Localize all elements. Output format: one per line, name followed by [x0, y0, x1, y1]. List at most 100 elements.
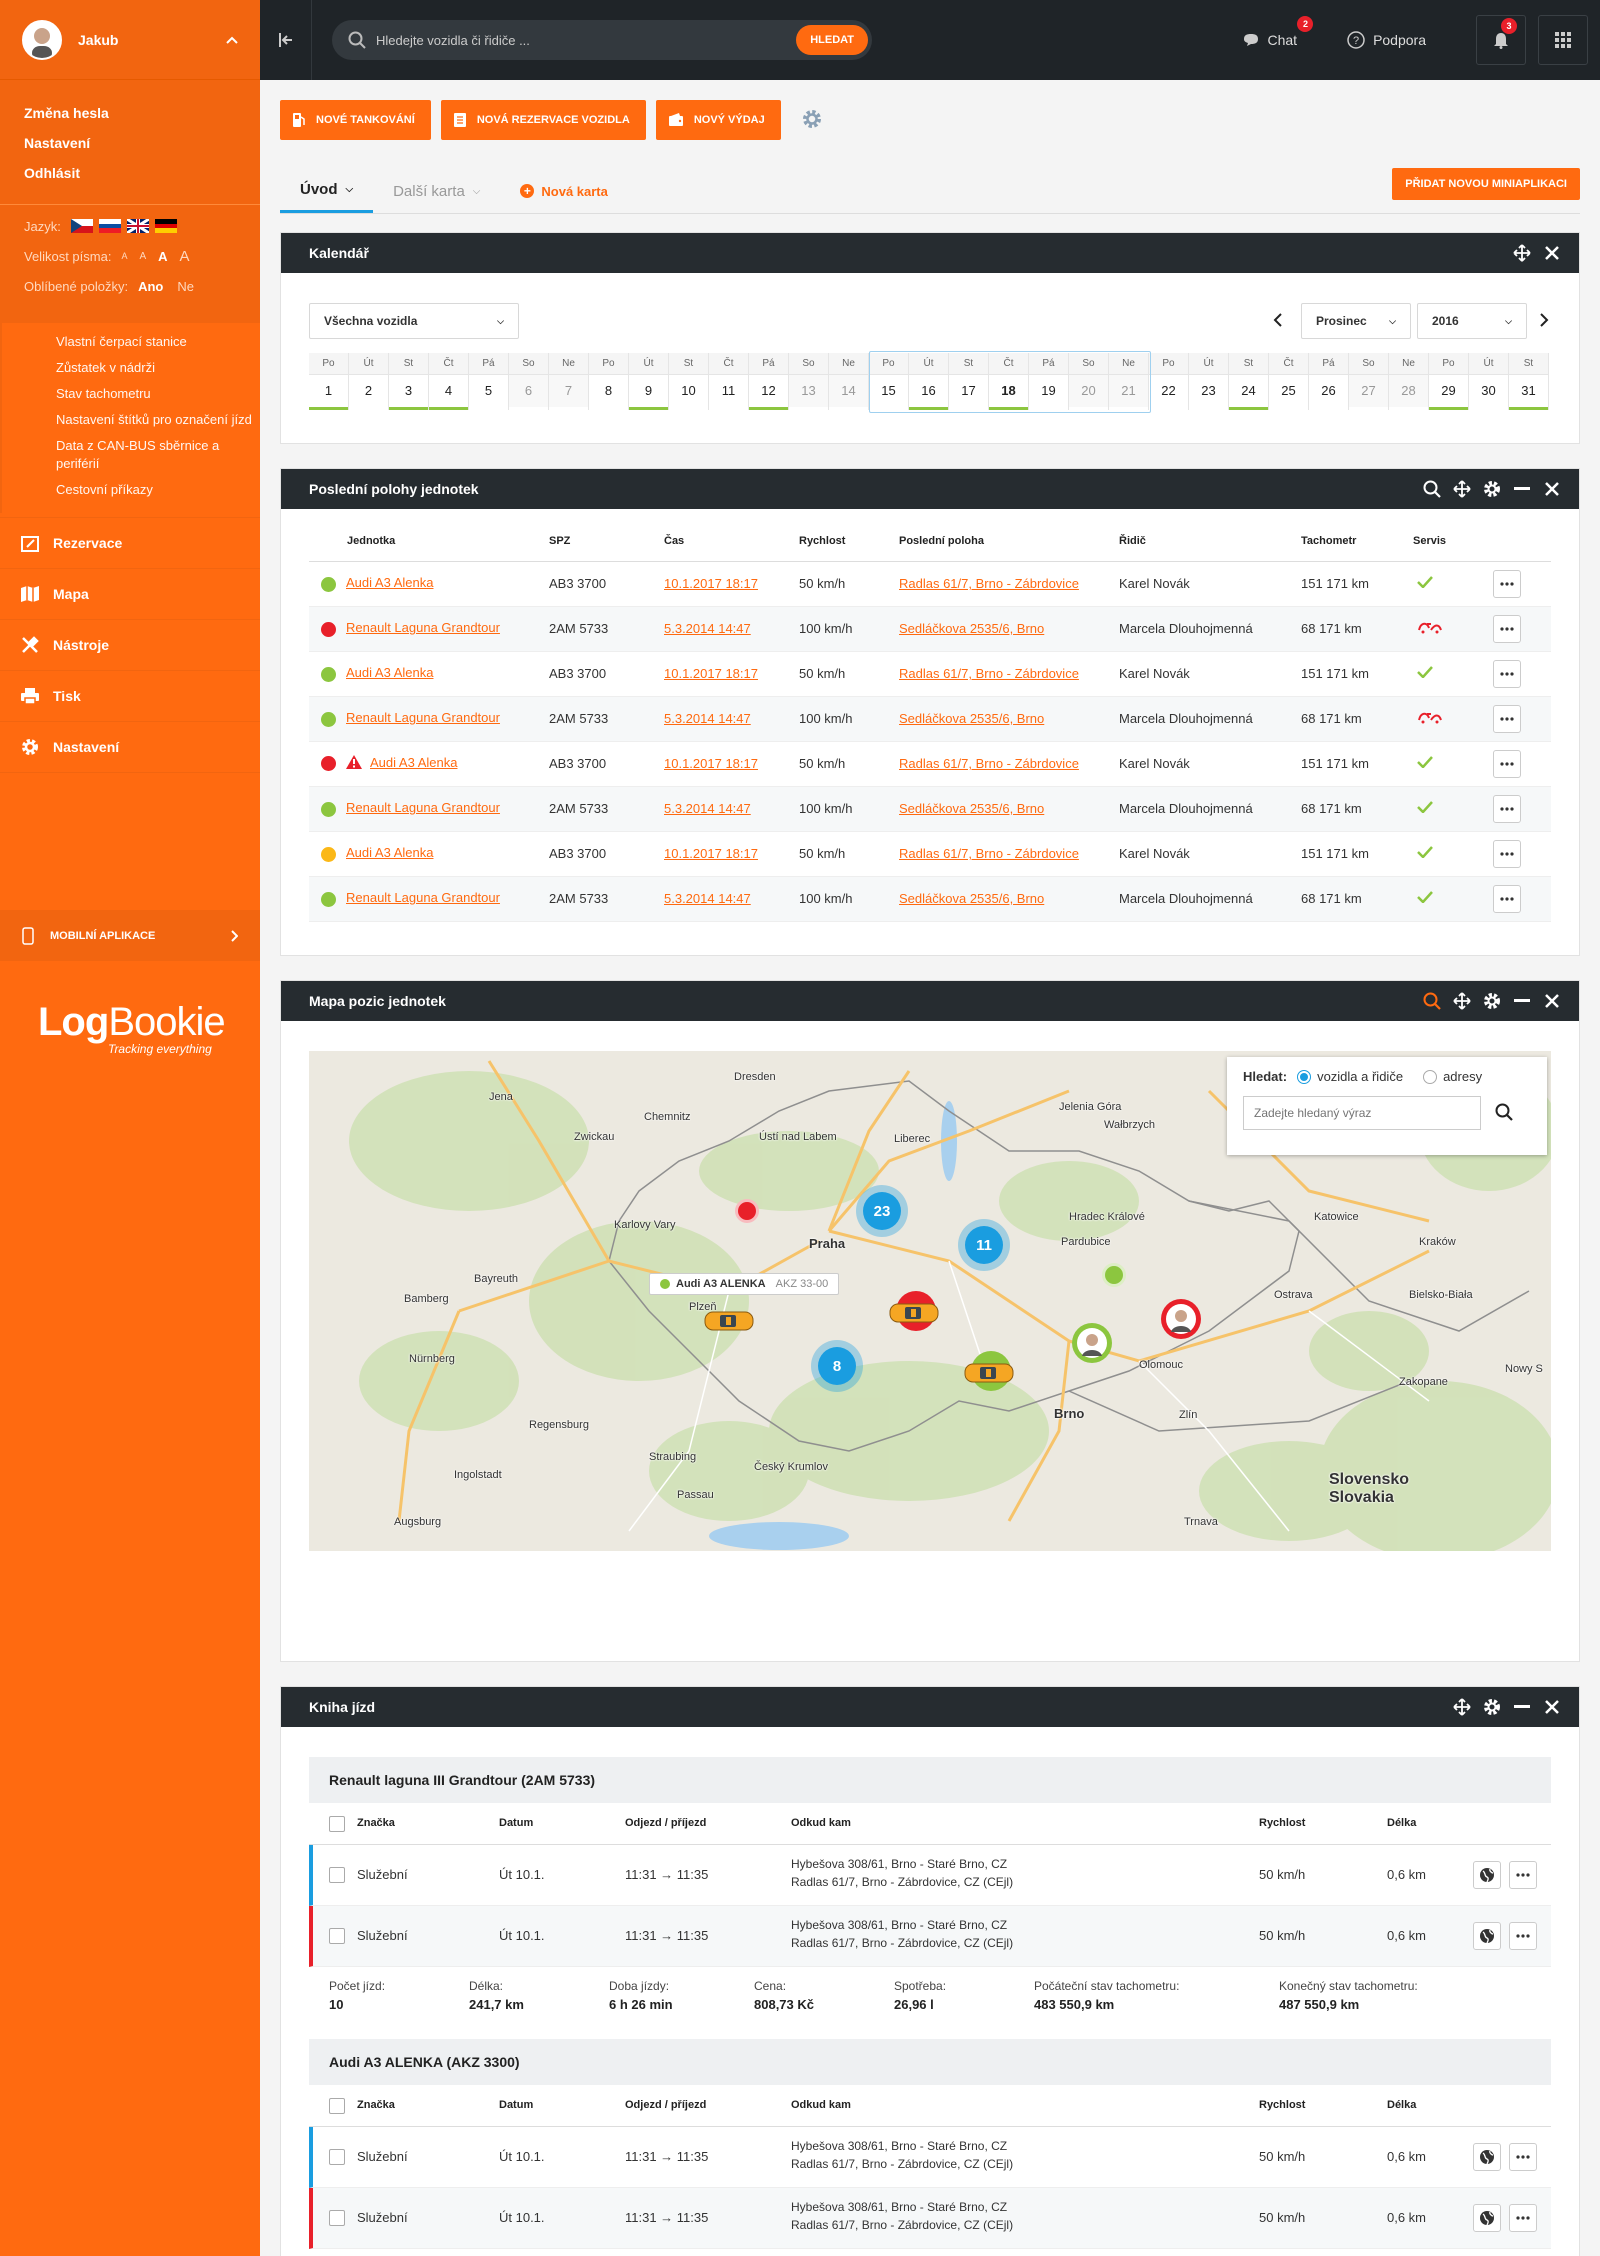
- more-button[interactable]: [1509, 1922, 1537, 1950]
- calendar-day[interactable]: Ne 7: [549, 353, 589, 410]
- search-button[interactable]: HLEDAT: [796, 25, 868, 55]
- map-cluster-marker[interactable]: 23: [856, 1185, 908, 1237]
- add-mini-app-button[interactable]: Přidat novou miniaplikaci: [1392, 168, 1580, 200]
- calendar-day[interactable]: Pá 12: [749, 353, 789, 410]
- apps-button[interactable]: [1538, 15, 1588, 65]
- location-link[interactable]: Sedláčkova 2535/6, Brno: [899, 891, 1044, 906]
- more-button[interactable]: [1493, 614, 1521, 643]
- calendar-day[interactable]: St 3: [389, 353, 429, 410]
- nav-item-settings[interactable]: Nastavení: [0, 722, 260, 773]
- search-icon[interactable]: [1495, 1103, 1513, 1124]
- calendar-day[interactable]: Po 1: [309, 353, 349, 410]
- unit-link[interactable]: Renault Laguna Grandtour: [346, 710, 500, 725]
- calendar-day[interactable]: So 6: [509, 353, 549, 410]
- more-button[interactable]: [1493, 704, 1521, 733]
- calendar-day[interactable]: St 10: [669, 353, 709, 410]
- map-cluster-marker[interactable]: 8: [811, 1340, 863, 1392]
- gear-icon[interactable]: [1477, 1698, 1507, 1716]
- calendar-day[interactable]: Po 29: [1429, 353, 1469, 410]
- more-button[interactable]: [1493, 569, 1521, 598]
- unit-link[interactable]: Audi A3 Alenka: [346, 845, 433, 860]
- trip-row[interactable]: Služební Út 10.1. 11:31 → 11:35 Hybešova 30…: [309, 1906, 1551, 1967]
- map-vehicle-marker[interactable]: [703, 1299, 755, 1343]
- submenu-item[interactable]: Cestovní příkazy: [56, 477, 260, 503]
- calendar-day[interactable]: Út 30: [1469, 353, 1509, 410]
- unit-link[interactable]: Renault Laguna Grandtour: [346, 620, 500, 635]
- calendar-day[interactable]: Čt 18: [989, 353, 1029, 410]
- nav-item-tools[interactable]: Nástroje: [0, 620, 260, 671]
- table-row[interactable]: Audi A3 Alenka AB3 3700 10.1.2017 18:17 50 …: [309, 651, 1551, 697]
- favorites-yes[interactable]: Ano: [138, 279, 163, 294]
- calendar-day[interactable]: Ne 21: [1109, 353, 1149, 410]
- map-vehicle-marker[interactable]: [963, 1351, 1015, 1395]
- search-input[interactable]: [376, 32, 797, 48]
- close-icon[interactable]: [1537, 994, 1567, 1008]
- calendar-day[interactable]: Út 2: [349, 353, 389, 410]
- nav-item-print[interactable]: Tisk: [0, 671, 260, 722]
- more-button[interactable]: [1493, 839, 1521, 868]
- font-size-l[interactable]: A: [180, 248, 190, 265]
- font-size-s[interactable]: A: [139, 251, 146, 262]
- unit-link[interactable]: Audi A3 Alenka: [370, 755, 457, 770]
- trip-checkbox[interactable]: [329, 2210, 345, 2226]
- location-link[interactable]: Radlas 61/7, Brno - Zábrdovice: [899, 576, 1079, 591]
- trip-checkbox[interactable]: [329, 1867, 345, 1883]
- more-button[interactable]: [1509, 2204, 1537, 2232]
- time-link[interactable]: 5.3.2014 14:47: [664, 711, 751, 726]
- globe-icon[interactable]: [1473, 1861, 1501, 1889]
- radio-addresses-label[interactable]: adresy: [1443, 1069, 1482, 1084]
- calendar-day[interactable]: So 13: [789, 353, 829, 410]
- user-panel[interactable]: Jakub: [0, 0, 260, 80]
- table-row[interactable]: Renault Laguna Grandtour 2AM 5733 5.3.2014…: [309, 606, 1551, 652]
- close-icon[interactable]: [1537, 482, 1567, 496]
- map-location-marker[interactable]: [1102, 1263, 1126, 1287]
- gear-icon[interactable]: [1477, 480, 1507, 498]
- flag-sk-icon[interactable]: [98, 219, 121, 233]
- new-refuel-button[interactable]: Nové tankování: [280, 100, 431, 140]
- calendar-day[interactable]: Po 8: [589, 353, 629, 410]
- font-size-m[interactable]: A: [158, 249, 167, 264]
- table-row[interactable]: Audi A3 Alenka AB3 3700 10.1.2017 18:17 50 …: [309, 561, 1551, 607]
- minimize-icon[interactable]: [1507, 1705, 1537, 1709]
- calendar-day[interactable]: Čt 11: [709, 353, 749, 410]
- gear-icon[interactable]: [1477, 992, 1507, 1010]
- flag-cz-icon[interactable]: [70, 219, 93, 233]
- trip-row[interactable]: Služební Út 10.1. 11:31 → 11:35 Hybešova 30…: [309, 2188, 1551, 2249]
- calendar-day[interactable]: So 27: [1349, 353, 1389, 410]
- map-canvas[interactable]: DresdenWrocławJenaChemnitzZwickauÚstí na…: [309, 1051, 1551, 1551]
- flag-uk-icon[interactable]: [126, 217, 150, 235]
- submenu-item[interactable]: Data z CAN-BUS sběrnice a periférií: [56, 433, 260, 477]
- calendar-day[interactable]: Út 23: [1189, 353, 1229, 410]
- year-select[interactable]: 2016 ⌵: [1417, 303, 1527, 339]
- more-button[interactable]: [1493, 749, 1521, 778]
- more-button[interactable]: [1493, 884, 1521, 913]
- calendar-day[interactable]: Pá 5: [469, 353, 509, 410]
- nav-item-map[interactable]: Mapa: [0, 569, 260, 620]
- submenu-item[interactable]: Zůstatek v nádrži: [56, 355, 260, 381]
- time-link[interactable]: 5.3.2014 14:47: [664, 801, 751, 816]
- radio-vehicles-label[interactable]: vozidla a řidiče: [1317, 1069, 1403, 1084]
- table-row[interactable]: Audi A3 Alenka AB3 3700 10.1.2017 18:17 50 …: [309, 831, 1551, 877]
- radio-vehicles[interactable]: [1297, 1069, 1312, 1084]
- calendar-day[interactable]: St 24: [1229, 353, 1269, 410]
- location-link[interactable]: Sedláčkova 2535/6, Brno: [899, 801, 1044, 816]
- favorites-no[interactable]: Ne: [177, 279, 194, 294]
- chevron-up-icon[interactable]: [226, 32, 238, 47]
- notifications-button[interactable]: 3: [1476, 15, 1526, 65]
- search-icon[interactable]: [1417, 480, 1447, 498]
- calendar-day[interactable]: Út 16: [909, 353, 949, 410]
- select-all-checkbox[interactable]: [329, 2098, 345, 2114]
- calendar-day[interactable]: Pá 26: [1309, 353, 1349, 410]
- table-row[interactable]: Renault Laguna Grandtour 2AM 5733 5.3.2014…: [309, 696, 1551, 742]
- select-all-checkbox[interactable]: [329, 1816, 345, 1832]
- move-icon[interactable]: [1447, 480, 1477, 498]
- time-link[interactable]: 5.3.2014 14:47: [664, 621, 751, 636]
- trip-checkbox[interactable]: [329, 1928, 345, 1944]
- globe-icon[interactable]: [1473, 1922, 1501, 1950]
- calendar-day[interactable]: St 31: [1509, 353, 1549, 410]
- month-select[interactable]: Prosinec ⌵: [1301, 303, 1411, 339]
- chevron-left-icon[interactable]: [1273, 313, 1283, 330]
- map-location-marker[interactable]: [735, 1199, 759, 1223]
- tab-other[interactable]: Další karta ⌵: [373, 169, 500, 213]
- flag-de-icon[interactable]: [154, 219, 177, 233]
